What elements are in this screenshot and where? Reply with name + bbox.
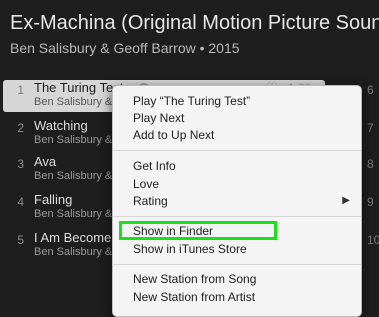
track-title: I Am Become bbox=[34, 230, 112, 245]
track-title: Falling bbox=[34, 192, 73, 207]
menu-item-love[interactable]: Love bbox=[133, 176, 159, 192]
menu-item-rating-label: Rating bbox=[133, 194, 168, 208]
track-number: 5 bbox=[17, 233, 24, 247]
track-artist: Ben Salisbury & bbox=[34, 208, 113, 220]
track-artist: Ben Salisbury & bbox=[34, 96, 113, 108]
album-meta: Ben Salisbury & Geoff Barrow • 2015 bbox=[10, 40, 240, 56]
menu-separator bbox=[113, 264, 361, 265]
track-title: Ava bbox=[34, 154, 57, 169]
right-column-number: 6 bbox=[367, 83, 374, 97]
track-number: 1 bbox=[17, 83, 24, 97]
right-column-number: 9 bbox=[367, 195, 374, 209]
menu-item-new-station-song[interactable]: New Station from Song bbox=[133, 271, 256, 287]
chevron-right-icon: ▶ bbox=[342, 195, 350, 206]
menu-item-play-next[interactable]: Play Next bbox=[133, 110, 184, 126]
album-header: Ex-Machina (Original Motion Picture Soun… bbox=[0, 0, 379, 75]
track-number: 4 bbox=[17, 195, 24, 209]
right-column-number: 10 bbox=[367, 233, 379, 247]
menu-item-rating[interactable]: Rating bbox=[133, 193, 343, 209]
track-title: The Turing Test bbox=[34, 80, 124, 95]
track-artist: Ben Salisbury & bbox=[34, 246, 113, 258]
menu-item-play[interactable]: Play “The Turing Test” bbox=[133, 93, 250, 109]
right-column-number: 8 bbox=[367, 157, 374, 171]
track-number: 3 bbox=[17, 157, 24, 171]
track-title: Watching bbox=[34, 118, 88, 133]
menu-item-get-info[interactable]: Get Info bbox=[133, 158, 176, 174]
track-number: 2 bbox=[17, 121, 24, 135]
menu-item-new-station-artist[interactable]: New Station from Artist bbox=[133, 289, 255, 305]
track-artist: Ben Salisbury & bbox=[34, 170, 113, 182]
menu-separator bbox=[113, 150, 361, 151]
menu-item-show-in-itunes-store[interactable]: Show in iTunes Store bbox=[133, 241, 247, 257]
annotation-highlight-box bbox=[119, 221, 277, 240]
right-column-number: 7 bbox=[367, 121, 374, 135]
album-title: Ex-Machina (Original Motion Picture Soun… bbox=[10, 12, 379, 34]
track-artist: Ben Salisbury & bbox=[34, 134, 113, 146]
menu-separator bbox=[113, 216, 361, 217]
menu-item-add-up-next[interactable]: Add to Up Next bbox=[133, 127, 214, 143]
context-menu: Play “The Turing Test” Play Next Add to … bbox=[112, 85, 362, 317]
